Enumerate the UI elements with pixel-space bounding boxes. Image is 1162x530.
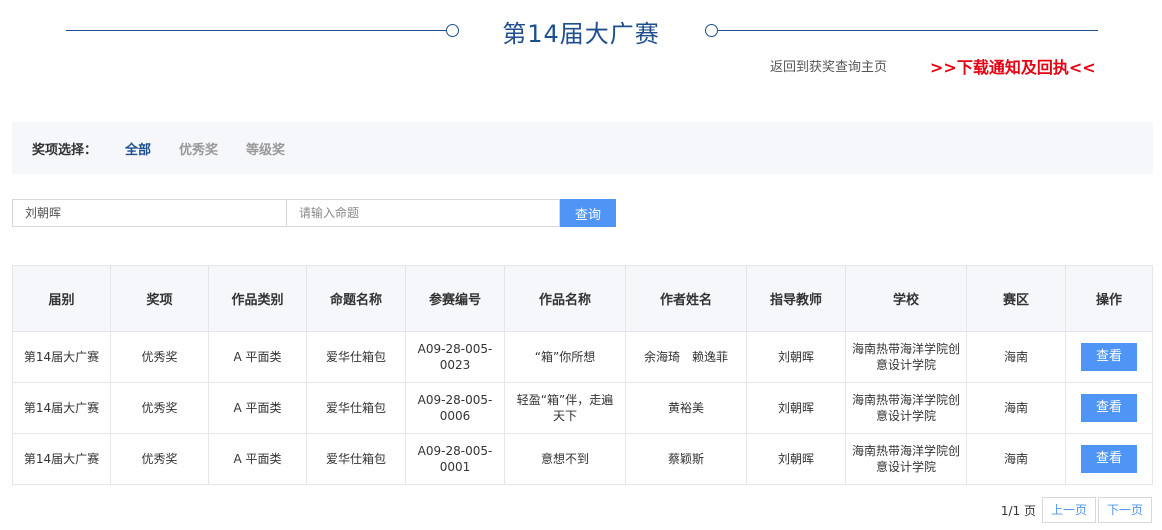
col-header-region: 赛区	[966, 265, 1066, 332]
table-row: 第14届大广赛 优秀奖 A 平面类 爱华仕箱包 A09-28-005-0001 …	[12, 433, 1153, 485]
cell-work-name: “箱”你所想	[504, 331, 626, 383]
cell-entry-number: A09-28-005-0023	[405, 331, 505, 383]
cell-work-name: 意想不到	[504, 433, 626, 485]
cell-entry-number: A09-28-005-0006	[405, 382, 505, 434]
cell-award: 优秀奖	[110, 433, 209, 485]
col-header-entry-number: 参赛编号	[405, 265, 505, 332]
col-header-award: 奖项	[110, 265, 209, 332]
next-page-button[interactable]: 下一页	[1097, 497, 1152, 523]
download-notice-link[interactable]: >>下载通知及回执<<	[930, 54, 1096, 78]
page-info: 1/1 页	[1000, 503, 1036, 518]
cell-award: 优秀奖	[110, 382, 209, 434]
pagination: 1/1 页 上一页 下一页	[1001, 497, 1152, 523]
view-button[interactable]: 查看	[1081, 343, 1137, 371]
filter-option-excellent[interactable]: 优秀奖	[179, 139, 218, 158]
cell-action: 查看	[1065, 382, 1153, 434]
page-title: 第14届大广赛	[502, 20, 660, 48]
cell-region: 海南	[966, 382, 1066, 434]
col-header-school: 学校	[845, 265, 967, 332]
topic-search-input[interactable]	[286, 199, 560, 227]
query-button[interactable]: 查询	[560, 199, 616, 227]
header-circle-right	[705, 24, 718, 37]
cell-session: 第14届大广赛	[12, 433, 111, 485]
cell-region: 海南	[966, 331, 1066, 383]
award-filter-bar: 奖项选择： 全部 优秀奖 等级奖	[12, 122, 1153, 174]
col-header-teacher: 指导教师	[746, 265, 846, 332]
header-divider-left	[66, 30, 446, 31]
cell-session: 第14届大广赛	[12, 382, 111, 434]
header-circle-left	[446, 24, 459, 37]
name-search-input[interactable]	[12, 199, 287, 227]
cell-school: 海南热带海洋学院创意设计学院	[845, 382, 967, 434]
filter-option-all[interactable]: 全部	[125, 139, 151, 158]
page-header: 第14届大广赛 返回到获奖查询主页 >>下载通知及回执<<	[0, 0, 1162, 80]
cell-topic: 爱华仕箱包	[306, 382, 406, 434]
cell-category: A 平面类	[208, 331, 307, 383]
cell-session: 第14届大广赛	[12, 331, 111, 383]
cell-topic: 爱华仕箱包	[306, 331, 406, 383]
cell-award: 优秀奖	[110, 331, 209, 383]
col-header-topic: 命题名称	[306, 265, 406, 332]
back-to-home-link[interactable]: 返回到获奖查询主页	[770, 56, 887, 75]
cell-school: 海南热带海洋学院创意设计学院	[845, 433, 967, 485]
cell-action: 查看	[1065, 433, 1153, 485]
table-row: 第14届大广赛 优秀奖 A 平面类 爱华仕箱包 A09-28-005-0006 …	[12, 382, 1153, 434]
cell-teacher: 刘朝晖	[746, 331, 846, 383]
col-header-author: 作者姓名	[625, 265, 747, 332]
cell-topic: 爱华仕箱包	[306, 433, 406, 485]
header-divider-right	[718, 30, 1098, 31]
view-button[interactable]: 查看	[1081, 394, 1137, 422]
cell-category: A 平面类	[208, 382, 307, 434]
cell-author: 黄裕美	[625, 382, 747, 434]
cell-entry-number: A09-28-005-0001	[405, 433, 505, 485]
cell-author: 余海琦 赖逸菲	[625, 331, 747, 383]
col-header-action: 操作	[1065, 265, 1153, 332]
table-row: 第14届大广赛 优秀奖 A 平面类 爱华仕箱包 A09-28-005-0023 …	[12, 331, 1153, 383]
cell-work-name: 轻盈“箱”伴，走遍天下	[504, 382, 626, 434]
col-header-session: 届别	[12, 265, 111, 332]
cell-school: 海南热带海洋学院创意设计学院	[845, 331, 967, 383]
cell-region: 海南	[966, 433, 1066, 485]
col-header-category: 作品类别	[208, 265, 307, 332]
cell-teacher: 刘朝晖	[746, 433, 846, 485]
table-header-row: 届别 奖项 作品类别 命题名称 参赛编号 作品名称 作者姓名 指导教师 学校 赛…	[12, 265, 1153, 332]
filter-option-grade[interactable]: 等级奖	[246, 139, 285, 158]
prev-page-button[interactable]: 上一页	[1041, 497, 1096, 523]
results-table: 届别 奖项 作品类别 命题名称 参赛编号 作品名称 作者姓名 指导教师 学校 赛…	[12, 265, 1153, 485]
view-button[interactable]: 查看	[1081, 445, 1137, 473]
col-header-work-name: 作品名称	[504, 265, 626, 332]
cell-teacher: 刘朝晖	[746, 382, 846, 434]
cell-category: A 平面类	[208, 433, 307, 485]
cell-author: 蔡颖斯	[625, 433, 747, 485]
cell-action: 查看	[1065, 331, 1153, 383]
filter-label: 奖项选择：	[32, 143, 98, 158]
